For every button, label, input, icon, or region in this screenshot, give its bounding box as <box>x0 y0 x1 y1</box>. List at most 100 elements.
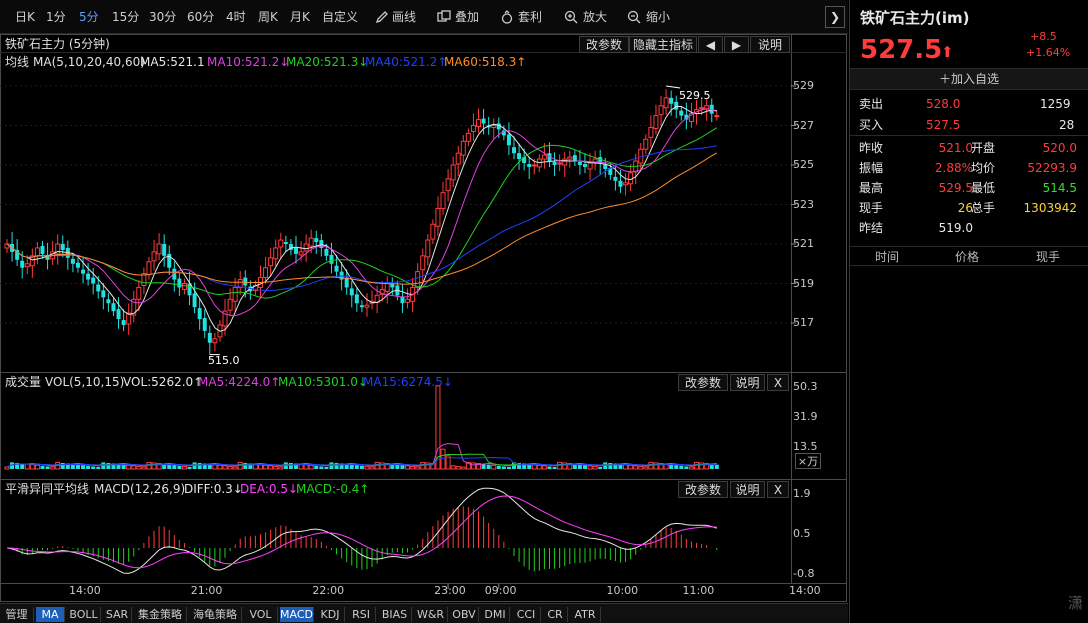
volume-bar <box>151 462 157 470</box>
indicator-tab[interactable]: RSI <box>347 607 376 622</box>
candle-body <box>283 242 288 244</box>
scroll-left-button[interactable]: ◀ <box>698 36 723 53</box>
indicator-tab-bar: 管理 MA BOLL SAR 集金策略 海龟策略 VOL MACD KDJ RSI BIAS W&R O… <box>0 603 848 623</box>
zoom-in-button[interactable]: 放大 <box>583 9 607 26</box>
indicator-tab[interactable]: KDJ <box>316 607 345 622</box>
macd-params-button[interactable]: 改参数 <box>678 481 728 498</box>
indicator-tab[interactable]: OBV <box>450 607 479 622</box>
period-15min[interactable]: 15分 <box>112 9 139 26</box>
candle-body <box>430 223 436 240</box>
zoom-out-button[interactable]: 缩小 <box>646 9 670 26</box>
period-60min[interactable]: 60分 <box>187 9 214 26</box>
sell-price: 528.0 <box>926 97 961 111</box>
period-custom[interactable]: 自定义 <box>322 9 358 26</box>
stat-value: 1303942 <box>1023 201 1077 215</box>
candle-body <box>329 254 334 264</box>
volume-bar <box>450 465 456 470</box>
period-day[interactable]: 日K <box>15 9 35 26</box>
indicator-tab[interactable]: CR <box>543 607 568 622</box>
buy-price: 527.5 <box>926 118 961 132</box>
period-30min[interactable]: 30分 <box>149 9 176 26</box>
volume-bar <box>263 464 269 470</box>
indicator-tab[interactable]: BOLL <box>67 607 101 622</box>
indicator-tab[interactable]: SAR <box>103 607 132 622</box>
candle-body <box>699 107 705 110</box>
candle-body <box>60 244 65 250</box>
indicator-tab[interactable]: MA <box>36 607 65 622</box>
candle-body <box>298 251 304 256</box>
toolbar-next-button[interactable]: ❯ <box>825 6 845 28</box>
volume-bar <box>197 462 202 469</box>
divider <box>850 135 1088 136</box>
indicator-tab[interactable]: DMI <box>481 607 510 622</box>
indicator-tab[interactable]: ATR <box>570 607 601 622</box>
volume-bar <box>303 464 309 470</box>
hide-main-indicator-button[interactable]: 隐藏主指标 <box>629 36 697 53</box>
ma-line-ma20 <box>6 127 718 299</box>
volume-bar <box>258 464 263 470</box>
resize-grip-icon: 潇 <box>1068 594 1084 612</box>
candle-body <box>541 154 547 160</box>
scroll-right-button[interactable]: ▶ <box>724 36 749 53</box>
volume-bar <box>81 465 86 469</box>
volume-bar <box>684 466 689 469</box>
main-help-button[interactable]: 说明 <box>750 36 790 53</box>
volume-bar <box>486 464 491 469</box>
volume-bar <box>121 464 126 469</box>
indicator-tab[interactable]: MACD <box>280 607 314 622</box>
candle-body <box>207 332 212 343</box>
volume-bar <box>314 465 319 469</box>
candle-body <box>354 294 359 304</box>
volume-bar <box>628 464 634 470</box>
arbitrage-button[interactable]: 套利 <box>518 9 542 26</box>
add-to-watchlist-button[interactable]: ＋加入自选 <box>850 68 1088 90</box>
volume-bar <box>415 466 421 470</box>
macd-tick: 1.9 <box>793 487 811 500</box>
volume-bar <box>547 466 552 469</box>
candle-body <box>268 257 274 267</box>
indicator-tab[interactable]: W&R <box>414 607 448 622</box>
draw-line-button[interactable]: 画线 <box>392 9 416 26</box>
macd-close-button[interactable]: X <box>767 481 789 498</box>
add-watch-label: 加入自选 <box>951 72 1000 86</box>
volume-help-button[interactable]: 说明 <box>730 374 765 391</box>
period-month[interactable]: 月K <box>290 9 310 26</box>
stat-value: 529.5 <box>938 181 973 195</box>
volume-bar <box>496 465 501 469</box>
legend-ma60: MA60:518.3↑ <box>444 55 527 69</box>
x-tick-label: 11:00 <box>682 584 715 597</box>
indicator-tab[interactable]: BIAS <box>378 607 412 622</box>
indicator-tab[interactable]: 管理 <box>0 607 34 622</box>
legend-params: MA(5,10,20,40,60) <box>33 55 145 69</box>
candle-body <box>450 164 456 181</box>
indicator-tab[interactable]: 集金策略 <box>134 607 187 622</box>
change-params-button[interactable]: 改参数 <box>579 36 629 53</box>
candle-body <box>531 164 537 167</box>
macd-legend-params: MACD(12,26,9) <box>94 482 186 496</box>
indicator-tab[interactable]: CCI <box>512 607 541 622</box>
candle-body <box>440 192 446 209</box>
volume-bar <box>319 466 324 469</box>
macd-help-button[interactable]: 说明 <box>730 481 765 498</box>
volume-bar <box>217 464 223 470</box>
period-1min[interactable]: 1分 <box>46 9 66 26</box>
indicator-tab[interactable]: VOL <box>244 607 278 622</box>
volume-bar <box>187 467 192 469</box>
period-4h[interactable]: 4时 <box>226 9 246 26</box>
legend-ma5: MA5:521.1 <box>140 55 205 69</box>
indicator-tab[interactable]: 海龟策略 <box>189 607 242 622</box>
candle-body <box>70 258 75 264</box>
buy-volume: 28 <box>1059 118 1075 132</box>
overlay-button[interactable]: 叠加 <box>455 9 479 26</box>
candle-body <box>263 267 269 279</box>
volume-bar <box>688 466 694 470</box>
volume-params-button[interactable]: 改参数 <box>678 374 728 391</box>
period-5min[interactable]: 5分 <box>79 9 99 26</box>
candle-body <box>587 162 593 170</box>
candle-body <box>470 125 476 132</box>
candle-body <box>162 244 167 256</box>
volume-close-button[interactable]: X <box>767 374 789 391</box>
period-week[interactable]: 周K <box>258 9 278 26</box>
volume-bar <box>212 464 218 470</box>
price-tick: 521 <box>793 237 814 250</box>
